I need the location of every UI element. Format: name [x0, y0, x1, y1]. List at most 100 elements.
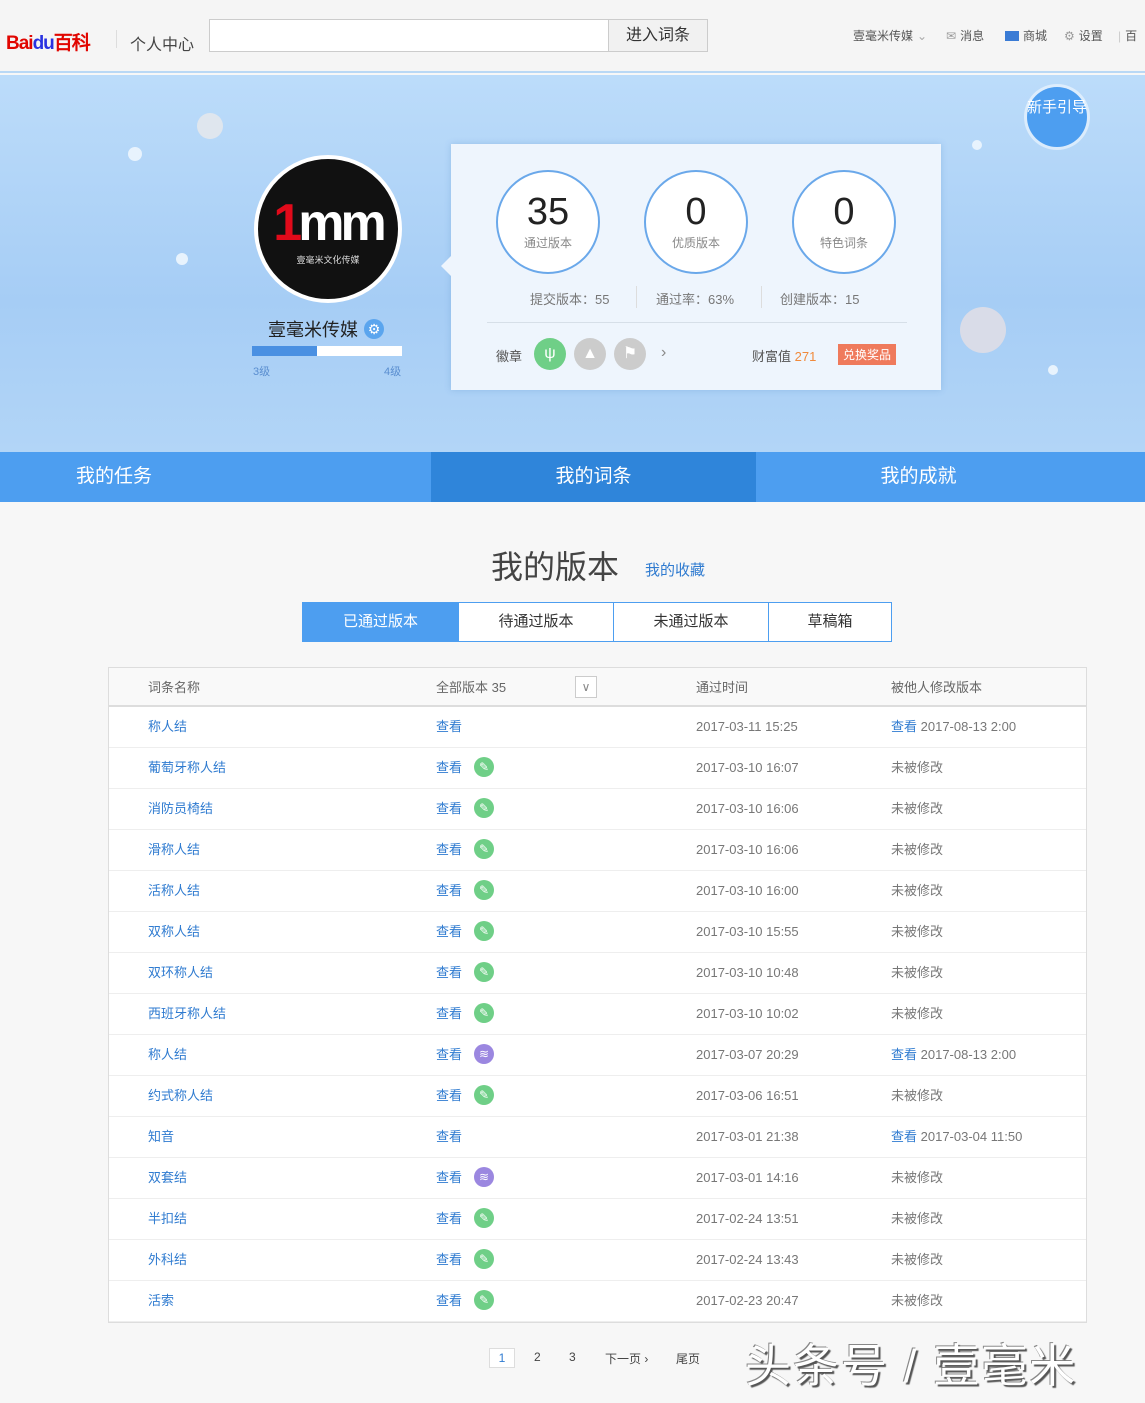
- pass-time: 2017-02-24 13:43: [696, 1240, 799, 1280]
- edit-pen-icon: ✎: [474, 757, 494, 777]
- settings-link[interactable]: ⚙ 设置: [1064, 27, 1103, 44]
- view-link[interactable]: 查看: [436, 1240, 462, 1280]
- chevron-down-icon[interactable]: ∨: [575, 676, 597, 698]
- entry-name-link[interactable]: 半扣结: [148, 1199, 187, 1239]
- logo-baike: 百科: [54, 33, 90, 54]
- entry-name-link[interactable]: 活称人结: [148, 871, 200, 911]
- mall-label: 商城: [1023, 27, 1047, 44]
- pass-time: 2017-02-23 20:47: [696, 1281, 799, 1321]
- exchange-prize-button[interactable]: 兑换奖品: [838, 344, 896, 365]
- top-header: Baidu百科 个人中心 进入词条 壹毫米传媒⌄ ✉消息 商城 ⚙ 设置 |百: [0, 0, 1145, 73]
- pass-time: 2017-02-24 13:51: [696, 1199, 799, 1239]
- entry-name-link[interactable]: 双套结: [148, 1158, 187, 1198]
- user-menu[interactable]: 壹毫米传媒⌄: [853, 27, 927, 44]
- tab-rejected[interactable]: 未通过版本: [613, 603, 768, 641]
- decor-dot: [972, 140, 982, 150]
- settings-label: 设置: [1079, 27, 1103, 44]
- view-link[interactable]: 查看: [436, 707, 462, 747]
- mall-link[interactable]: 商城: [1005, 27, 1047, 44]
- level-progress-bar: [252, 346, 402, 356]
- entry-name-link[interactable]: 西班牙称人结: [148, 994, 226, 1034]
- view-link[interactable]: 查看: [436, 789, 462, 829]
- entry-name-link[interactable]: 知音: [148, 1117, 174, 1157]
- view-modified-link[interactable]: 查看: [891, 719, 917, 734]
- personal-center-label[interactable]: 个人中心: [130, 31, 194, 55]
- entry-name-link[interactable]: 约式称人结: [148, 1076, 213, 1116]
- enter-entry-button[interactable]: 进入词条: [608, 19, 708, 52]
- modified-value: 未被修改: [891, 1006, 943, 1021]
- view-link[interactable]: 查看: [436, 1158, 462, 1198]
- entry-name-link[interactable]: 滑称人结: [148, 830, 200, 870]
- avatar[interactable]: 1mm壹毫米文化传媒: [254, 155, 402, 303]
- tab-my-achievements[interactable]: 我的成就: [756, 452, 1081, 502]
- modified-cell: 未被修改: [891, 912, 943, 952]
- sprout-badge-icon[interactable]: ψ: [534, 338, 566, 370]
- view-link[interactable]: 查看: [436, 1281, 462, 1321]
- layers-icon: ≋: [474, 1044, 494, 1064]
- page-1[interactable]: 1: [489, 1348, 515, 1368]
- tab-drafts[interactable]: 草稿箱: [768, 603, 891, 641]
- page-3[interactable]: 3: [569, 1350, 576, 1364]
- entry-name-link[interactable]: 消防员椅结: [148, 789, 213, 829]
- table-row: 西班牙称人结 查看✎2017-03-10 10:02未被修改: [109, 994, 1086, 1035]
- entry-name-link[interactable]: 葡萄牙称人结: [148, 748, 226, 788]
- view-link[interactable]: 查看: [436, 830, 462, 870]
- view-link[interactable]: 查看: [436, 1117, 462, 1157]
- page-2[interactable]: 2: [534, 1350, 541, 1364]
- logo-bai: Bai: [6, 33, 33, 54]
- edit-pen-icon: ✎: [474, 962, 494, 982]
- col-entry-name: 词条名称: [148, 668, 200, 707]
- my-favorites-link[interactable]: 我的收藏: [645, 559, 705, 580]
- view-link[interactable]: 查看: [436, 1035, 462, 1075]
- view-link[interactable]: 查看: [436, 871, 462, 911]
- logo-du: du: [33, 33, 54, 54]
- flag-badge-icon[interactable]: ⚑: [614, 338, 646, 370]
- verified-gear-icon[interactable]: ⚙: [364, 319, 384, 339]
- view-link[interactable]: 查看: [436, 1076, 462, 1116]
- stat-featured[interactable]: 0特色词条: [792, 170, 896, 274]
- view-modified-link[interactable]: 查看: [891, 1129, 917, 1144]
- pass-time: 2017-03-10 10:48: [696, 953, 799, 993]
- entry-name-link[interactable]: 称人结: [148, 707, 187, 747]
- entry-name-link[interactable]: 称人结: [148, 1035, 187, 1075]
- table-row: 活称人结 查看✎2017-03-10 16:00未被修改: [109, 871, 1086, 912]
- more-link[interactable]: |百: [1118, 27, 1137, 44]
- rocket-badge-icon[interactable]: ▲: [574, 338, 606, 370]
- chevron-right-icon[interactable]: ›: [661, 344, 666, 362]
- gear-icon: ⚙: [1064, 29, 1075, 43]
- baike-logo[interactable]: Baidu百科: [6, 28, 90, 55]
- modified-cell: 未被修改: [891, 1076, 943, 1116]
- entry-name-link[interactable]: 双称人结: [148, 912, 200, 952]
- entry-name-link[interactable]: 双环称人结: [148, 953, 213, 993]
- modified-cell: 未被修改: [891, 953, 943, 993]
- stat-quality[interactable]: 0 优质版本: [644, 170, 748, 274]
- modified-value: 未被修改: [891, 883, 943, 898]
- view-link[interactable]: 查看: [436, 953, 462, 993]
- tab-my-tasks[interactable]: 我的任务: [0, 452, 431, 502]
- view-link[interactable]: 查看: [436, 994, 462, 1034]
- table-row: 称人结 查看≋2017-03-07 20:29查看 2017-08-13 2:0…: [109, 1035, 1086, 1076]
- tab-my-entries[interactable]: 我的词条: [431, 452, 756, 502]
- stat-passed[interactable]: 35通过版本: [496, 170, 600, 274]
- created-count: 创建版本：15: [780, 289, 859, 308]
- table-row: 双称人结 查看✎2017-03-10 15:55未被修改: [109, 912, 1086, 953]
- entry-name-link[interactable]: 外科结: [148, 1240, 187, 1280]
- decor-avatar: [960, 307, 1006, 353]
- edit-pen-icon: ✎: [474, 1085, 494, 1105]
- view-link[interactable]: 查看: [436, 748, 462, 788]
- tab-pending[interactable]: 待通过版本: [458, 603, 613, 641]
- modified-cell: 未被修改: [891, 994, 943, 1034]
- tab-passed[interactable]: 已通过版本: [303, 603, 458, 641]
- stat-value: 0: [646, 192, 746, 232]
- newbie-guide-button[interactable]: 新手引导: [1027, 87, 1087, 147]
- search-input[interactable]: [209, 19, 609, 52]
- view-modified-link[interactable]: 查看: [891, 1047, 917, 1062]
- stat-label: 优质版本: [646, 234, 746, 251]
- last-page[interactable]: 尾页: [676, 1350, 700, 1367]
- view-link[interactable]: 查看: [436, 1199, 462, 1239]
- view-link[interactable]: 查看: [436, 912, 462, 952]
- next-page[interactable]: 下一页 ›: [605, 1350, 648, 1367]
- messages-link[interactable]: ✉消息: [946, 27, 984, 44]
- submitted-count: 提交版本：55: [530, 289, 609, 308]
- entry-name-link[interactable]: 活索: [148, 1281, 174, 1321]
